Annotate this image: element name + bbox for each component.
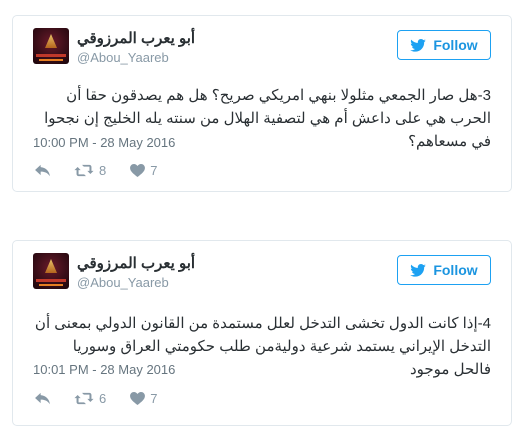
avatar[interactable] [33, 28, 69, 64]
retweet-button[interactable]: 6 [74, 391, 106, 406]
tweet-card[interactable]: أبو يعرب المرزوقي @Abou_Yaareb Follow 3-… [12, 15, 512, 192]
like-button[interactable]: 7 [130, 391, 157, 406]
follow-button[interactable]: Follow [397, 255, 491, 285]
tweet-actions: 8 7 [35, 163, 181, 178]
avatar[interactable] [33, 253, 69, 289]
user-handle[interactable]: @Abou_Yaareb [77, 275, 169, 290]
reply-icon [35, 164, 50, 177]
follow-button[interactable]: Follow [397, 30, 491, 60]
retweet-count: 6 [99, 391, 107, 406]
reply-button[interactable] [35, 392, 50, 405]
reply-icon [35, 392, 50, 405]
heart-icon [130, 392, 146, 405]
like-button[interactable]: 7 [130, 163, 157, 178]
reply-button[interactable] [35, 164, 50, 177]
twitter-bird-icon [410, 38, 427, 52]
like-count: 7 [150, 163, 158, 178]
like-count: 7 [150, 391, 158, 406]
follow-label: Follow [433, 262, 478, 278]
timestamp[interactable]: 10:00 PM - 28 May 2016 [33, 135, 175, 150]
timestamp[interactable]: 10:01 PM - 28 May 2016 [33, 362, 175, 377]
retweet-icon [74, 392, 94, 405]
display-name[interactable]: أبو يعرب المرزوقي [77, 29, 195, 47]
retweet-button[interactable]: 8 [74, 163, 106, 178]
tweet-card[interactable]: أبو يعرب المرزوقي @Abou_Yaareb Follow 4-… [12, 240, 512, 426]
retweet-icon [74, 164, 94, 177]
twitter-bird-icon [410, 263, 427, 277]
user-handle[interactable]: @Abou_Yaareb [77, 50, 169, 65]
display-name[interactable]: أبو يعرب المرزوقي [77, 254, 195, 272]
tweet-actions: 6 7 [35, 391, 181, 406]
follow-label: Follow [433, 37, 478, 53]
retweet-count: 8 [99, 163, 107, 178]
heart-icon [130, 164, 146, 177]
